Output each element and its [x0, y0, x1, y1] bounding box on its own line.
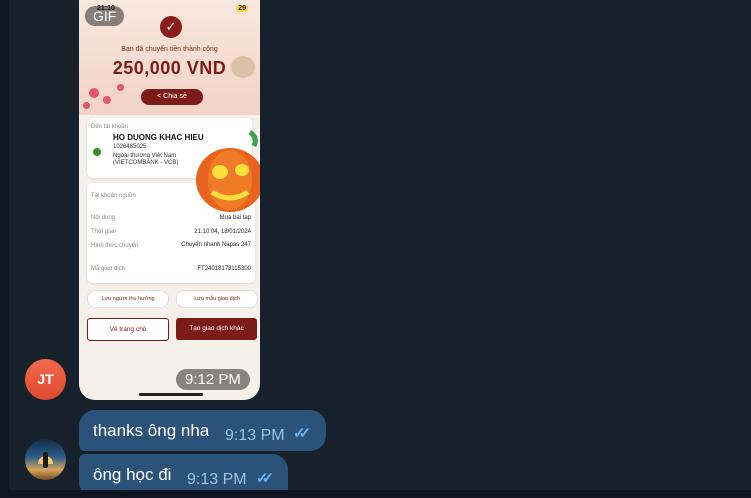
blossom-icon — [103, 96, 111, 104]
blossom-icon — [89, 88, 99, 98]
message-time: 9:13 PM — [225, 427, 285, 444]
detail-value: Chuyển nhanh Napas 247 — [181, 242, 251, 248]
home-indicator — [139, 393, 203, 396]
bottom-border — [0, 490, 751, 498]
source-account-label: Tài khoản nguồn — [91, 193, 136, 199]
share-label: Chia sẻ — [163, 93, 187, 100]
message-text: ông học đi — [93, 465, 172, 484]
pumpkin-sticker-icon — [196, 130, 260, 212]
read-check-icon: ✓✓ — [256, 470, 274, 487]
share-button: < Chia sẻ — [141, 89, 203, 105]
left-border — [0, 0, 9, 498]
message-time: 9:12 PM — [176, 369, 250, 390]
detail-label: Nội dung — [91, 215, 116, 221]
avatar[interactable]: JT — [25, 359, 66, 400]
avatar[interactable] — [25, 439, 66, 480]
share-icon: < — [157, 93, 162, 100]
person-icon — [43, 452, 48, 468]
recipient-name: HO DUONG KHAC HIEU — [113, 133, 204, 142]
to-account-label: Đến tài khoản — [91, 124, 129, 130]
success-text: Bạn đã chuyển tiền thành công — [121, 46, 218, 53]
blossom-icon — [83, 102, 90, 109]
mascot-icon — [231, 56, 255, 78]
message-bubble[interactable]: thanks ông nha 9:13 PM ✓✓ — [79, 410, 326, 451]
account-number: 1026485025 — [113, 144, 147, 150]
detail-label: Hình thức chuyển — [91, 243, 139, 249]
detail-value: 21:10:04, 18/01/2024 — [194, 229, 251, 235]
battery-level: 29 — [236, 5, 248, 12]
home-button: Về trang chủ — [87, 318, 169, 341]
bank-logo-icon — [93, 148, 101, 156]
check-icon: ✓ — [160, 16, 182, 38]
message-time: 9:13 PM — [187, 471, 247, 488]
detail-label: Thời gian — [91, 229, 117, 235]
gif-badge: GIF — [85, 6, 125, 26]
detail-label: Mã giao dịch — [91, 266, 126, 272]
save-recipient-pill: Lưu người thụ hưởng — [87, 290, 169, 308]
detail-value: Mua bai tap — [219, 215, 251, 221]
message-text: thanks ông nha — [93, 421, 210, 440]
detail-value: FT24018178115300 — [197, 266, 251, 272]
new-transaction-button: Tạo giao dịch khác — [176, 318, 257, 340]
blossom-icon — [117, 84, 124, 91]
gif-message[interactable]: 21:10 29 GIF ✓ Bạn đã chuyển tiền thành … — [79, 0, 260, 400]
save-template-pill: Lưu mẫu giao dịch — [176, 290, 258, 308]
read-check-icon: ✓✓ — [293, 425, 311, 442]
